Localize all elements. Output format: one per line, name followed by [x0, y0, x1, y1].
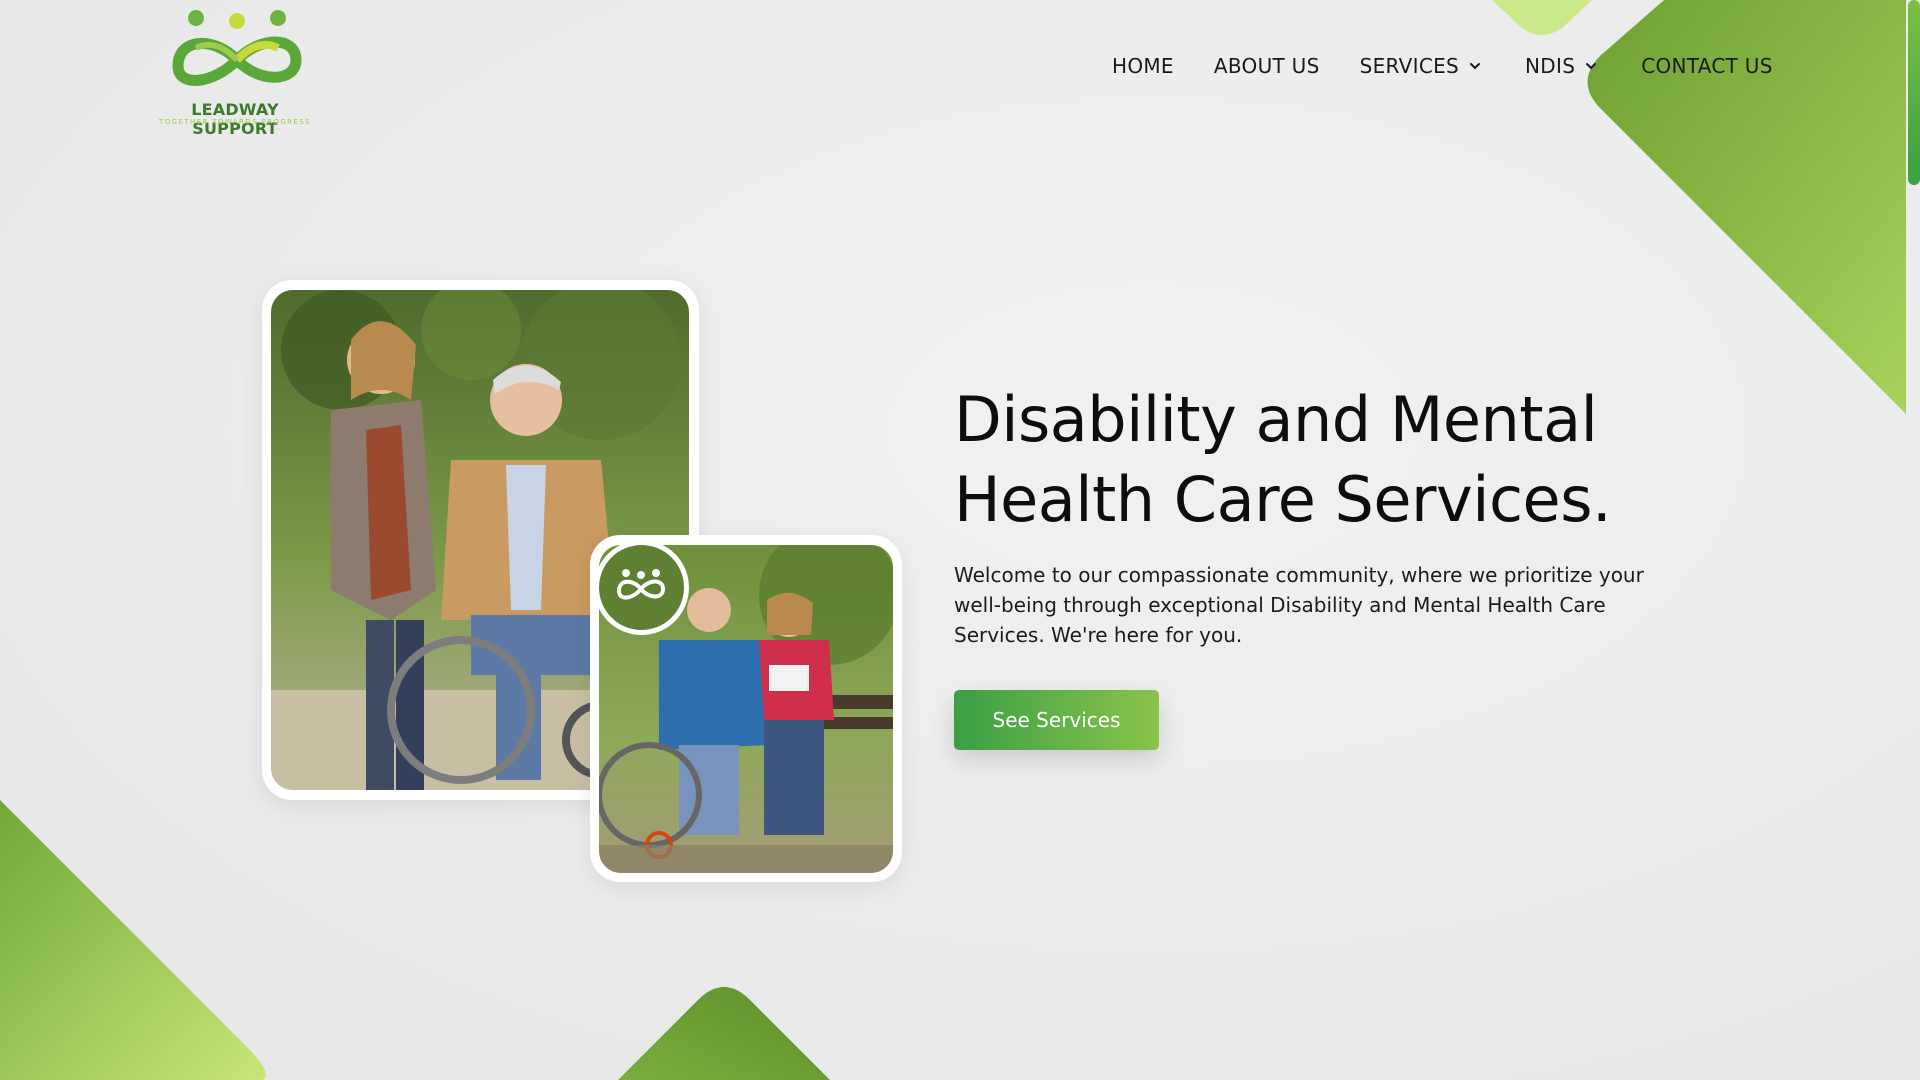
nav-contact-us[interactable]: CONTACT US [1641, 54, 1773, 78]
nav-services-label: SERVICES [1359, 54, 1460, 78]
nav-about-us[interactable]: ABOUT US [1214, 54, 1320, 78]
nav-ndis-label: NDIS [1525, 54, 1576, 78]
brand-tagline: TOGETHER TOWARDS PROGRESS [159, 118, 311, 126]
nav-about-us-label: ABOUT US [1213, 54, 1320, 78]
see-services-button[interactable]: See Services [954, 690, 1159, 750]
hero-title-line-2: Health Care Services. [954, 463, 1612, 536]
chevron-down-icon[interactable] [1585, 60, 1597, 72]
nav-services[interactable]: SERVICES [1360, 54, 1481, 78]
hero-description: Welcome to our compassionate community, … [954, 563, 1644, 647]
nav-home-label: HOME [1112, 54, 1174, 78]
main-navigation: HOME ABOUT US SERVICES NDIS CONTACT US [1112, 50, 1773, 82]
nav-home[interactable]: HOME [1112, 54, 1174, 78]
chevron-down-icon[interactable] [1469, 60, 1481, 72]
nav-ndis[interactable]: NDIS [1525, 54, 1597, 78]
hero-title: Disability and Mental Health Care Servic… [954, 380, 1714, 540]
scrollbar-thumb[interactable] [1908, 0, 1920, 185]
hero-title-line-1: Disability and Mental [954, 383, 1598, 456]
logo-badge [594, 540, 689, 635]
three-figures-logo-icon [172, 10, 302, 86]
see-services-button-label: See Services [992, 708, 1121, 732]
nav-contact-us-label: CONTACT US [1641, 54, 1773, 78]
three-figures-logo-icon [616, 569, 666, 600]
brand-logo[interactable]: LEADWAY SUPPORT TOGETHER TOWARDS PROGRES… [150, 8, 320, 138]
